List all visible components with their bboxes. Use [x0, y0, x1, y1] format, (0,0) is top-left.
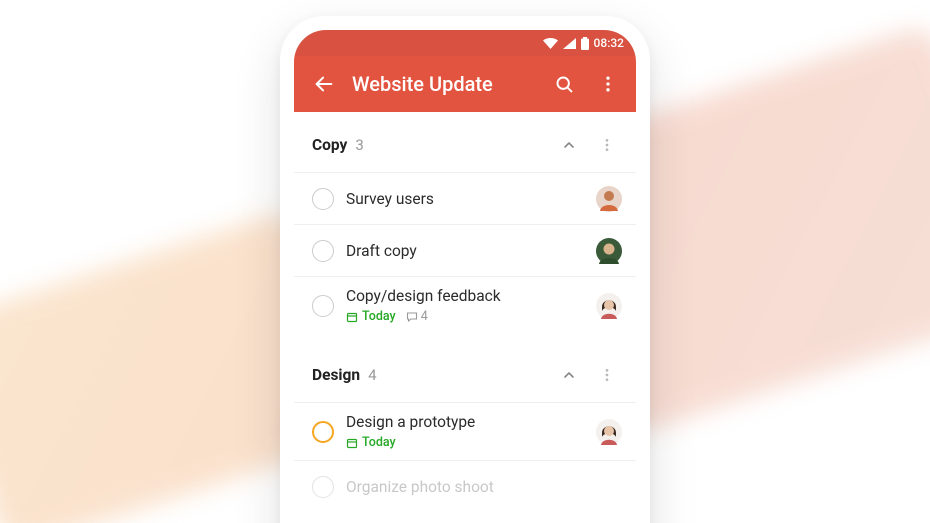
arrow-left-icon — [313, 73, 335, 95]
task-title: Copy/design feedback — [346, 287, 584, 305]
task-due-date: Today — [346, 435, 396, 450]
back-button[interactable] — [302, 62, 346, 106]
task-title: Draft copy — [346, 242, 584, 260]
chevron-up-icon — [561, 367, 577, 383]
task-checkbox[interactable] — [312, 188, 334, 210]
assignee-avatar[interactable] — [596, 186, 622, 212]
phone-frame: 08:32 Website Update Copy 3 — [280, 16, 650, 523]
assignee-avatar[interactable] — [596, 293, 622, 319]
cell-signal-icon — [563, 38, 576, 49]
task-row[interactable]: Survey users — [294, 172, 636, 224]
section-title: Copy — [312, 136, 347, 154]
content-area: Copy 3 Survey users — [294, 112, 636, 523]
task-title: Design a prototype — [346, 413, 584, 431]
search-icon — [554, 74, 575, 95]
task-row[interactable]: Draft copy — [294, 224, 636, 276]
task-title: Survey users — [346, 190, 584, 208]
search-button[interactable] — [542, 62, 586, 106]
section-more-button[interactable] — [592, 130, 622, 160]
status-bar: 08:32 — [294, 30, 636, 56]
task-checkbox[interactable] — [312, 295, 334, 317]
comment-icon — [406, 311, 418, 323]
task-checkbox[interactable] — [312, 421, 334, 443]
chevron-up-icon — [561, 137, 577, 153]
task-row[interactable]: Organize photo shoot — [294, 460, 636, 512]
section-title: Design — [312, 366, 360, 384]
task-checkbox[interactable] — [312, 476, 334, 498]
section-count: 3 — [355, 136, 363, 154]
more-vert-icon — [599, 137, 615, 153]
section-header-copy: Copy 3 — [294, 112, 636, 172]
task-title: Organize photo shoot — [346, 478, 610, 496]
assignee-avatar[interactable] — [596, 238, 622, 264]
page-title: Website Update — [346, 72, 542, 96]
task-row[interactable]: Design a prototype Today — [294, 402, 636, 460]
task-comment-count: 4 — [406, 309, 428, 324]
more-button[interactable] — [586, 62, 630, 106]
wifi-icon — [543, 38, 558, 49]
section-more-button[interactable] — [592, 360, 622, 390]
screen: 08:32 Website Update Copy 3 — [294, 30, 636, 523]
more-vert-icon — [598, 74, 618, 94]
status-time: 08:32 — [594, 36, 624, 50]
collapse-section-button[interactable] — [554, 360, 584, 390]
battery-icon — [581, 37, 589, 50]
task-checkbox[interactable] — [312, 240, 334, 262]
collapse-section-button[interactable] — [554, 130, 584, 160]
calendar-icon — [346, 311, 358, 323]
section-count: 4 — [368, 366, 376, 384]
calendar-icon — [346, 437, 358, 449]
more-vert-icon — [599, 367, 615, 383]
app-bar: Website Update — [294, 56, 636, 112]
task-row[interactable]: Copy/design feedback Today 4 — [294, 276, 636, 334]
assignee-avatar[interactable] — [596, 419, 622, 445]
task-due-date: Today — [346, 309, 396, 324]
section-header-design: Design 4 — [294, 334, 636, 402]
